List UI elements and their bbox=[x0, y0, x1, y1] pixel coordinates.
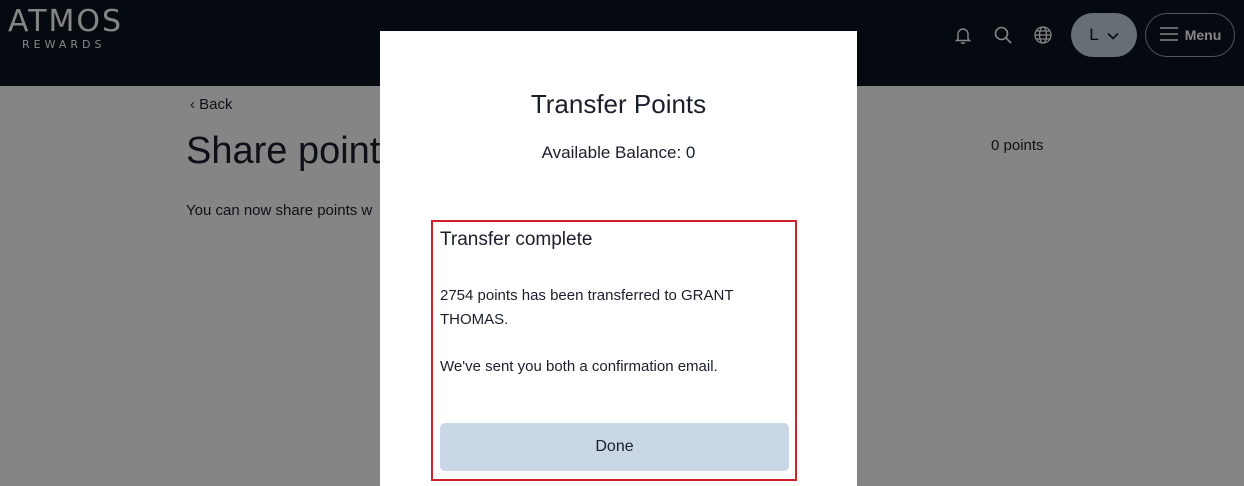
transfer-result-panel: Transfer complete 2754 points has been t… bbox=[431, 220, 797, 481]
done-button[interactable]: Done bbox=[440, 423, 789, 471]
transfer-points-modal: Transfer Points Available Balance: 0 Tra… bbox=[380, 31, 857, 486]
result-heading: Transfer complete bbox=[440, 229, 593, 250]
available-balance: Available Balance: 0 bbox=[541, 143, 696, 162]
result-message: 2754 points has been transferred to GRAN… bbox=[440, 287, 734, 328]
modal-title: Transfer Points bbox=[530, 89, 707, 119]
confirmation-note: We've sent you both a confirmation email… bbox=[440, 358, 718, 375]
